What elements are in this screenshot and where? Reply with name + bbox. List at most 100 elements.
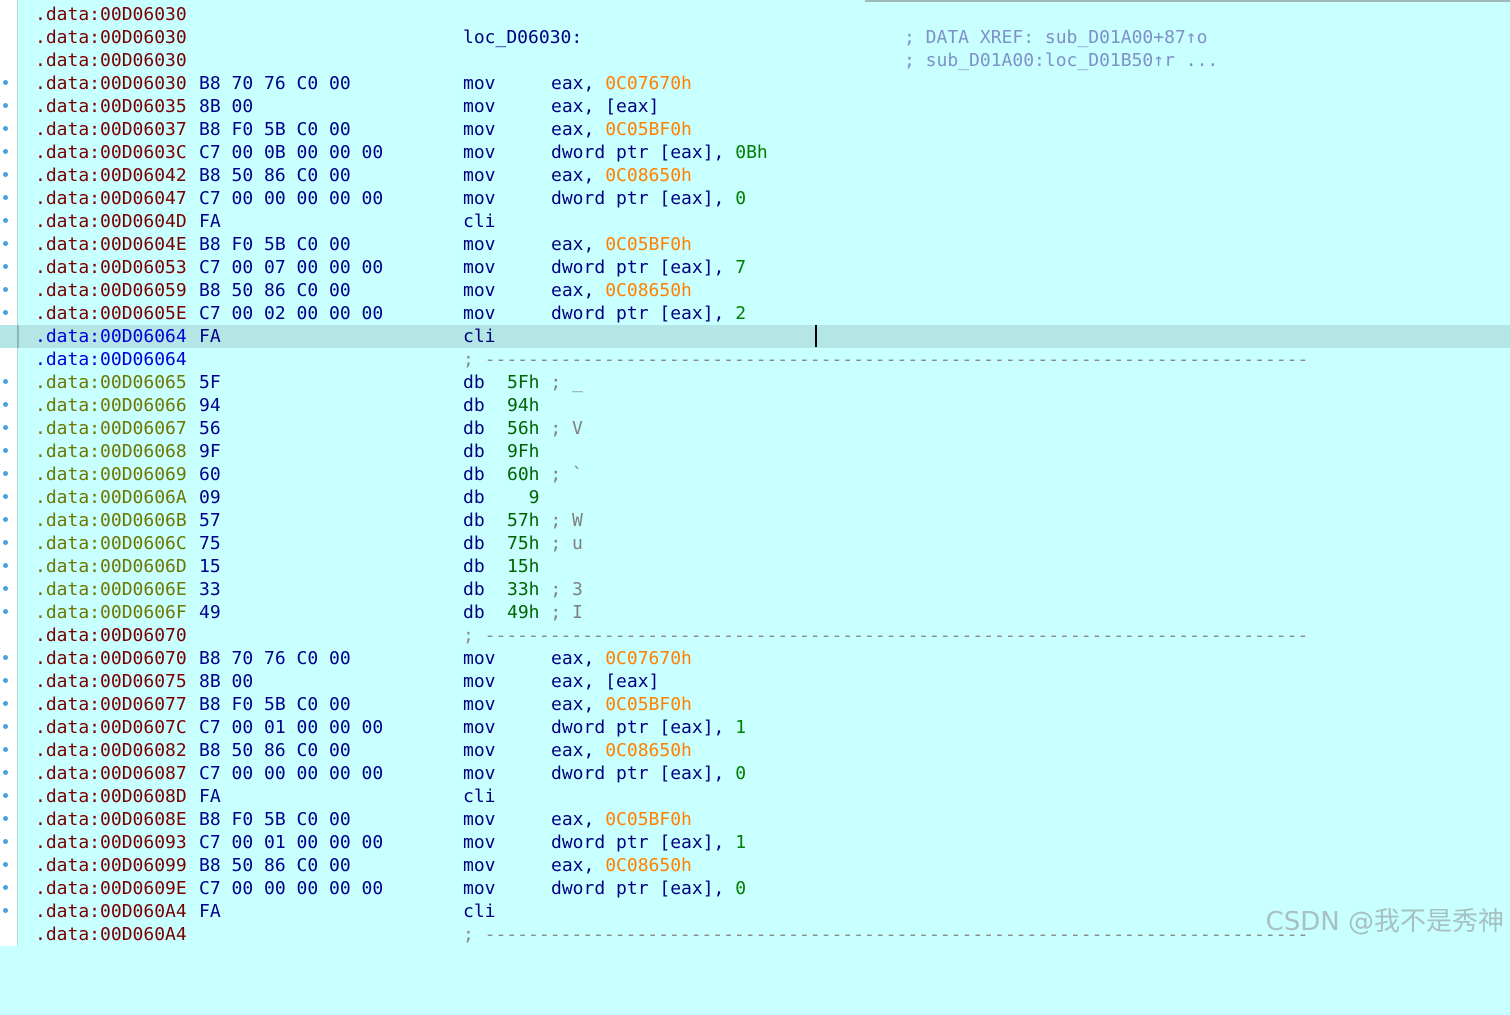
mnemonic[interactable]: db (463, 463, 485, 486)
listing-row[interactable]: .data:00D06030 (0, 3, 1510, 26)
db-value[interactable]: 75h (507, 533, 540, 554)
db-value[interactable]: 60h (507, 464, 540, 485)
listing-row[interactable]: .data:00D06042 B8 50 86 C0 00 mov eax, 0… (0, 164, 1510, 187)
mnemonic[interactable]: db (463, 371, 485, 394)
mnemonic[interactable]: mov (463, 831, 496, 854)
operand-immediate[interactable]: 0C07670h (605, 648, 692, 669)
listing-row-label[interactable]: .data:00D06030 loc_D06030: ; DATA XREF: … (0, 26, 1510, 49)
mnemonic[interactable]: mov (463, 233, 496, 256)
mnemonic[interactable]: mov (463, 118, 496, 141)
listing-row[interactable]: .data:00D0609E C7 00 00 00 00 00 mov dwo… (0, 877, 1510, 900)
listing-row-separator[interactable]: .data:00D06064 ; -----------------------… (0, 348, 1510, 371)
mnemonic[interactable]: db (463, 578, 485, 601)
db-value[interactable]: 5Fh (507, 372, 540, 393)
db-value[interactable]: 57h (507, 510, 540, 531)
listing-row[interactable]: .data:00D06035 8B 00 mov eax, [eax] (0, 95, 1510, 118)
operand-immediate[interactable]: 0C05BF0h (605, 119, 692, 140)
operand-immediate[interactable]: 0C08650h (605, 740, 692, 761)
listing-row-db[interactable]: .data:00D06069 60 db 60h ; ` (0, 463, 1510, 486)
mnemonic[interactable]: cli (463, 900, 496, 923)
listing-row[interactable]: .data:00D06030 B8 70 76 C0 00 mov eax, 0… (0, 72, 1510, 95)
listing-row[interactable]: .data:00D0605E C7 00 02 00 00 00 mov dwo… (0, 302, 1510, 325)
listing-row-selected[interactable]: .data:00D06064 FA cli (0, 325, 1510, 348)
listing-row-db[interactable]: .data:00D06067 56 db 56h ; V (0, 417, 1510, 440)
listing-row-db[interactable]: .data:00D0606B 57 db 57h ; W (0, 509, 1510, 532)
mnemonic[interactable]: mov (463, 854, 496, 877)
listing-row[interactable]: .data:00D0604D FA cli (0, 210, 1510, 233)
operand-immediate[interactable]: 0C08650h (605, 280, 692, 301)
listing-row-db[interactable]: .data:00D06065 5F db 5Fh ; _ (0, 371, 1510, 394)
db-value[interactable]: 9 (507, 487, 540, 508)
listing-row[interactable]: .data:00D06099 B8 50 86 C0 00 mov eax, 0… (0, 854, 1510, 877)
operand-immediate[interactable]: 0C05BF0h (605, 234, 692, 255)
operand-number[interactable]: 0Bh (735, 142, 768, 163)
listing-row-db[interactable]: .data:00D0606F 49 db 49h ; I (0, 601, 1510, 624)
mnemonic[interactable]: mov (463, 762, 496, 785)
mnemonic[interactable]: db (463, 532, 485, 555)
mnemonic[interactable]: db (463, 555, 485, 578)
mnemonic[interactable]: db (463, 509, 485, 532)
db-value[interactable]: 94h (507, 395, 540, 416)
listing-row-separator[interactable]: .data:00D06070 ; -----------------------… (0, 624, 1510, 647)
code-label[interactable]: loc_D06030: (463, 26, 582, 49)
listing-row-db[interactable]: .data:00D06068 9F db 9Fh (0, 440, 1510, 463)
db-value[interactable]: 33h (507, 579, 540, 600)
listing-row[interactable]: .data:00D06087 C7 00 00 00 00 00 mov dwo… (0, 762, 1510, 785)
listing-row[interactable]: .data:00D06047 C7 00 00 00 00 00 mov dwo… (0, 187, 1510, 210)
operand-number[interactable]: 0 (735, 188, 746, 209)
listing-row-db[interactable]: .data:00D0606A 09 db 9 (0, 486, 1510, 509)
mnemonic[interactable]: mov (463, 256, 496, 279)
operand-immediate[interactable]: 0C08650h (605, 855, 692, 876)
operand-immediate[interactable]: 0C07670h (605, 73, 692, 94)
disassembly-listing[interactable]: .data:00D06030 .data:00D06030 loc_D06030… (0, 3, 1510, 946)
listing-row-db[interactable]: .data:00D0606E 33 db 33h ; 3 (0, 578, 1510, 601)
listing-row[interactable]: .data:00D06075 8B 00 mov eax, [eax] (0, 670, 1510, 693)
listing-row[interactable]: .data:00D0608D FA cli (0, 785, 1510, 808)
operand-number[interactable]: 0 (735, 878, 746, 899)
operand-number[interactable]: 2 (735, 303, 746, 324)
listing-row[interactable]: .data:00D0608E B8 F0 5B C0 00 mov eax, 0… (0, 808, 1510, 831)
operand-number[interactable]: 7 (735, 257, 746, 278)
mnemonic[interactable]: db (463, 440, 485, 463)
listing-row[interactable]: .data:00D06053 C7 00 07 00 00 00 mov dwo… (0, 256, 1510, 279)
mnemonic[interactable]: mov (463, 808, 496, 831)
listing-row[interactable]: .data:00D0603C C7 00 0B 00 00 00 mov dwo… (0, 141, 1510, 164)
mnemonic[interactable]: db (463, 394, 485, 417)
listing-row[interactable]: .data:00D06059 B8 50 86 C0 00 mov eax, 0… (0, 279, 1510, 302)
mnemonic[interactable]: mov (463, 670, 496, 693)
mnemonic[interactable]: mov (463, 647, 496, 670)
mnemonic[interactable]: mov (463, 141, 496, 164)
mnemonic[interactable]: mov (463, 164, 496, 187)
operand-immediate[interactable]: 0C08650h (605, 165, 692, 186)
mnemonic[interactable]: mov (463, 716, 496, 739)
listing-row[interactable]: .data:00D06082 B8 50 86 C0 00 mov eax, 0… (0, 739, 1510, 762)
db-value[interactable]: 9Fh (507, 441, 540, 462)
mnemonic[interactable]: mov (463, 739, 496, 762)
mnemonic[interactable]: cli (463, 210, 496, 233)
listing-row[interactable]: .data:00D06030 ; sub_D01A00:loc_D01B50↑r… (0, 49, 1510, 72)
mnemonic[interactable]: db (463, 601, 485, 624)
mnemonic[interactable]: mov (463, 302, 496, 325)
listing-row-db[interactable]: .data:00D0606D 15 db 15h (0, 555, 1510, 578)
mnemonic[interactable]: mov (463, 693, 496, 716)
operand-immediate[interactable]: 0C05BF0h (605, 809, 692, 830)
xref-comment[interactable]: ; sub_D01A00:loc_D01B50↑r ... (904, 49, 1218, 72)
listing-row-db[interactable]: .data:00D06066 94 db 94h (0, 394, 1510, 417)
listing-row[interactable]: .data:00D06077 B8 F0 5B C0 00 mov eax, 0… (0, 693, 1510, 716)
operand-number[interactable]: 0 (735, 763, 746, 784)
mnemonic[interactable]: mov (463, 877, 496, 900)
listing-row[interactable]: .data:00D06070 B8 70 76 C0 00 mov eax, 0… (0, 647, 1510, 670)
listing-row[interactable]: .data:00D06093 C7 00 01 00 00 00 mov dwo… (0, 831, 1510, 854)
db-value[interactable]: 15h (507, 556, 540, 577)
xref-comment[interactable]: ; DATA XREF: sub_D01A00+87↑o (904, 26, 1207, 49)
db-value[interactable]: 56h (507, 418, 540, 439)
listing-row[interactable]: .data:00D0607C C7 00 01 00 00 00 mov dwo… (0, 716, 1510, 739)
listing-row-db[interactable]: .data:00D0606C 75 db 75h ; u (0, 532, 1510, 555)
listing-row[interactable]: .data:00D0604E B8 F0 5B C0 00 mov eax, 0… (0, 233, 1510, 256)
mnemonic[interactable]: mov (463, 279, 496, 302)
operand-immediate[interactable]: 0C05BF0h (605, 694, 692, 715)
mnemonic[interactable]: cli (463, 325, 496, 348)
operand-number[interactable]: 1 (735, 832, 746, 853)
mnemonic[interactable]: db (463, 486, 485, 509)
mnemonic[interactable]: db (463, 417, 485, 440)
